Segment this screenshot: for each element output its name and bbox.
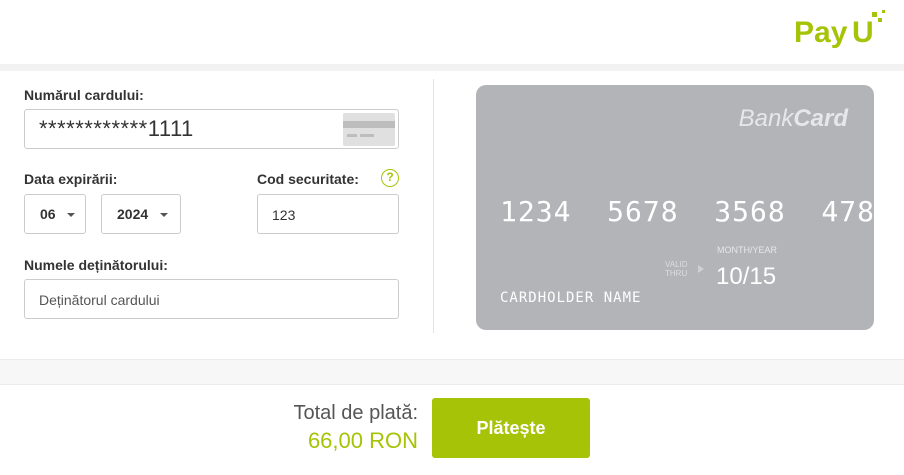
payu-logo: Pay U xyxy=(794,10,885,49)
expiry-month-select[interactable]: 06 xyxy=(24,194,86,234)
form-divider xyxy=(433,79,434,333)
footer-divider-band xyxy=(0,359,904,385)
question-icon[interactable]: ? xyxy=(381,169,399,187)
expiry-year-select[interactable]: 2024 xyxy=(101,194,181,234)
credit-card-icon xyxy=(343,113,395,146)
holder-label: Numele deținătorului: xyxy=(24,257,168,273)
header-divider-band xyxy=(0,64,904,71)
card-number-input[interactable]: ************1111 xyxy=(24,109,399,149)
card-preview-month-year-label: MONTH/YEAR xyxy=(717,245,778,255)
logo-text-pay: Pay xyxy=(794,16,848,49)
card-preview-holder: CARDHOLDER NAME xyxy=(500,290,642,306)
card-number-value: ************1111 xyxy=(39,116,194,141)
holder-name-placeholder: Deținătorul cardului xyxy=(39,292,160,308)
pay-button[interactable]: Plătește xyxy=(432,398,590,458)
arrow-right-icon xyxy=(698,265,704,273)
cvv-label: Cod securitate: xyxy=(257,171,359,187)
cvv-value: 123 xyxy=(272,207,296,223)
payment-form: Numărul cardului: ************1111 Data … xyxy=(0,71,904,359)
card-brand: BankCard xyxy=(738,105,848,132)
card-preview-number: 1234 5678 3568 4785 xyxy=(500,195,893,228)
expiry-month-value: 06 xyxy=(40,206,56,222)
expiry-year-value: 2024 xyxy=(117,206,149,222)
footer: Total de plată: 66,00 RON Plătește xyxy=(0,385,904,475)
card-number-label: Numărul cardului: xyxy=(24,87,144,103)
total-label: Total de plată: xyxy=(293,402,418,424)
header: Pay U xyxy=(0,0,904,64)
logo-text-u: U xyxy=(852,16,874,49)
card-preview-expiry: 10/15 xyxy=(716,263,777,290)
expiry-label: Data expirării: xyxy=(24,171,118,187)
holder-name-input[interactable]: Deținătorul cardului xyxy=(24,279,399,319)
total-amount: 66,00 RON xyxy=(307,428,418,453)
card-preview: BankCard 1234 5678 3568 4785 MONTH/YEAR … xyxy=(476,85,892,330)
chevron-down-icon xyxy=(67,213,75,217)
cvv-input[interactable]: 123 xyxy=(257,194,399,234)
card-preview-valid-thru: VALID THRU xyxy=(665,260,688,278)
chevron-down-icon xyxy=(160,213,168,217)
